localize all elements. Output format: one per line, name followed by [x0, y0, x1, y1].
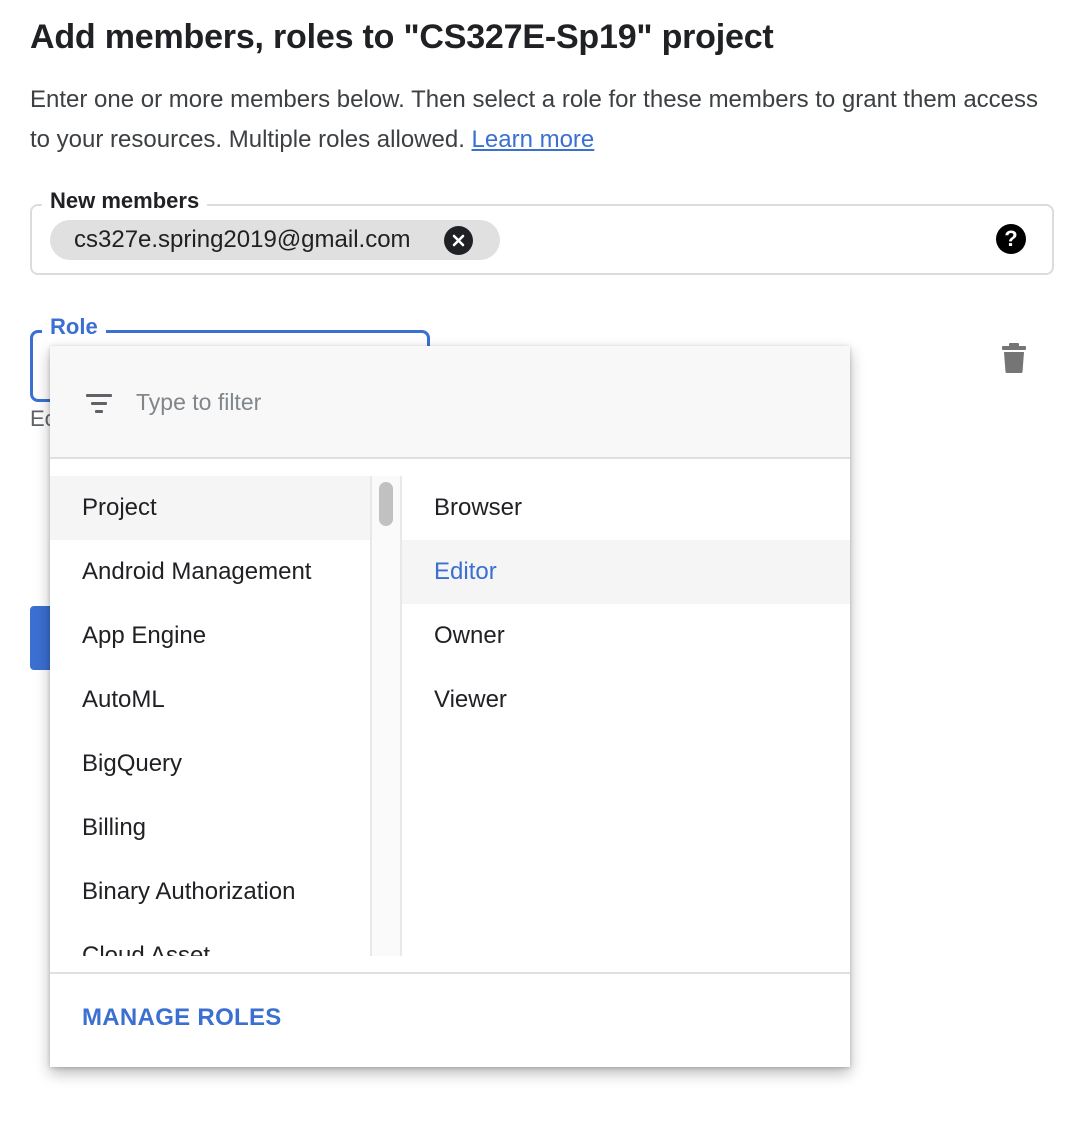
role-item-viewer[interactable]: Viewer — [402, 668, 850, 732]
service-list-scrollbar[interactable] — [370, 476, 402, 956]
service-item-app-engine[interactable]: App Engine — [50, 604, 370, 668]
role-item-browser[interactable]: Browser — [402, 476, 850, 540]
service-list[interactable]: Project Android Management App Engine Au… — [50, 476, 370, 956]
page-description: Enter one or more members below. Then se… — [30, 80, 1060, 160]
filter-icon — [86, 394, 112, 414]
add-members-dialog: Add members, roles to "CS327E-Sp19" proj… — [0, 0, 1090, 1136]
dropdown-footer: MANAGE ROLES — [50, 972, 850, 1067]
service-item-binary-authorization[interactable]: Binary Authorization — [50, 860, 370, 924]
member-chip-label: cs327e.spring2019@gmail.com — [74, 226, 411, 253]
role-hint-text: Ec — [30, 406, 50, 431]
role-lists: Project Android Management App Engine Au… — [50, 461, 850, 957]
scrollbar-thumb[interactable] — [379, 482, 393, 526]
service-item-cloud-asset[interactable]: Cloud Asset — [50, 924, 370, 956]
close-circle-icon[interactable] — [444, 226, 473, 255]
role-list[interactable]: Browser Editor Owner Viewer — [402, 476, 850, 956]
member-chip: cs327e.spring2019@gmail.com — [50, 220, 500, 260]
filter-bar — [50, 346, 850, 459]
new-members-label: New members — [42, 188, 208, 214]
service-item-android-management[interactable]: Android Management — [50, 540, 370, 604]
service-item-billing[interactable]: Billing — [50, 796, 370, 860]
service-item-project[interactable]: Project — [50, 476, 370, 540]
service-item-automl[interactable]: AutoML — [50, 668, 370, 732]
page-title: Add members, roles to "CS327E-Sp19" proj… — [30, 18, 774, 56]
trash-icon[interactable] — [1000, 342, 1028, 374]
role-item-owner[interactable]: Owner — [402, 604, 850, 668]
role-dropdown-panel: Project Android Management App Engine Au… — [50, 346, 850, 1067]
help-circle-icon[interactable]: ? — [996, 224, 1026, 254]
manage-roles-button[interactable]: MANAGE ROLES — [82, 1004, 282, 1032]
service-item-bigquery[interactable]: BigQuery — [50, 732, 370, 796]
role-label: Role — [42, 314, 106, 340]
learn-more-link[interactable]: Learn more — [472, 126, 595, 153]
filter-input[interactable] — [134, 384, 814, 420]
role-item-editor[interactable]: Editor — [402, 540, 850, 604]
